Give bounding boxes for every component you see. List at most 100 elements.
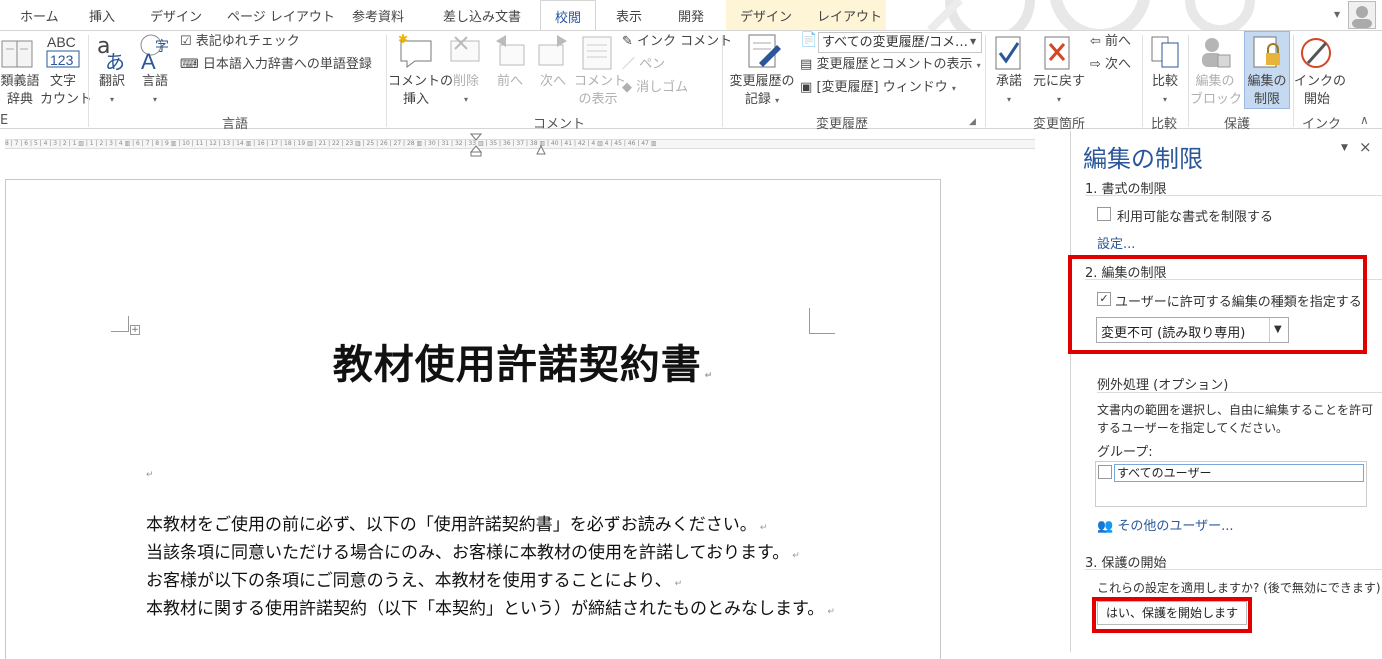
tab-insert[interactable]: 挿入 <box>89 6 115 25</box>
pen-button[interactable]: ／ ペン <box>622 55 665 75</box>
next-change-button[interactable]: ⇨ 次へ <box>1090 55 1131 75</box>
translate-icon[interactable]: aあ <box>95 33 131 74</box>
next-comment-button[interactable]: 次へ <box>536 73 570 91</box>
document-line[interactable]: 当該条項に同意いただける場合にのみ、お客様に本教材の使用を許諾しております。 ↵ <box>146 538 800 563</box>
next-comment-icon[interactable] <box>535 33 571 69</box>
consistency-check-button[interactable]: ☑ 表記ゆれチェック <box>180 32 300 52</box>
svg-text:あ: あ <box>105 50 125 71</box>
everyone-checkbox[interactable] <box>1098 465 1112 479</box>
group-label-changes: 変更箇所 <box>1033 117 1086 132</box>
restrict-editing-icon <box>1252 35 1284 71</box>
language-icon[interactable]: A字 <box>137 33 173 74</box>
user-avatar[interactable] <box>1348 1 1376 29</box>
tab-references[interactable]: 参考資料 <box>352 6 404 25</box>
compare-button[interactable]: 比較 ▾ <box>1148 73 1182 109</box>
close-icon[interactable]: × <box>1359 138 1372 156</box>
pane-title: 編集の制限 <box>1083 145 1203 173</box>
groups-label: グループ: <box>1097 445 1153 460</box>
tab-home[interactable]: ホーム <box>20 6 59 25</box>
translate-button[interactable]: 翻訳 ▾ <box>95 73 129 109</box>
svg-text:ABC: ABC <box>47 34 76 50</box>
tab-table-layout[interactable]: レイアウト <box>817 6 882 25</box>
next-change-icon: ⇨ <box>1090 57 1101 72</box>
group-separator <box>722 35 723 127</box>
group-separator <box>985 35 986 127</box>
highlight-box-enforce <box>1092 597 1252 633</box>
svg-text:✱: ✱ <box>398 33 408 46</box>
accept-button[interactable]: 承諾 ▾ <box>992 73 1026 109</box>
groups-list[interactable]: すべてのユーザー <box>1095 461 1367 507</box>
restrict-editing-button[interactable]: 編集の 制限 <box>1244 31 1290 109</box>
everyone-item[interactable]: すべてのユーザー <box>1114 464 1364 482</box>
account-caret-icon[interactable]: ▼ <box>1334 10 1340 19</box>
language-button[interactable]: 言語 ▾ <box>138 73 172 109</box>
word-count-label[interactable]: 文字 カウント <box>40 73 92 109</box>
ink-comment-button[interactable]: ✎ インク コメント <box>622 32 732 52</box>
tab-stop-icon[interactable] <box>536 144 546 155</box>
group-label-tracking: 変更履歴 <box>816 117 869 132</box>
limit-formatting-checkbox[interactable] <box>1097 207 1111 221</box>
document-line[interactable]: 本教材をご使用の前に必ず、以下の「使用許諾契約書」を必ずお読みください。 ↵ <box>146 510 767 535</box>
tab-page-layout[interactable]: ページ レイアウト <box>227 6 335 25</box>
more-users-link[interactable]: 👥 その他のユーザー... <box>1097 515 1233 534</box>
tab-review[interactable]: 校閲 <box>540 0 597 31</box>
group-label-comments: コメント <box>533 117 586 132</box>
tab-design[interactable]: デザイン <box>150 6 202 25</box>
previous-comment-button[interactable]: 前へ <box>494 73 526 91</box>
document-area[interactable]: + 教材使用許諾契約書 ↵ ↵ 本教材をご使用の前に必ず、以下の「使用許諾契約書」… <box>0 157 1070 659</box>
document-line[interactable]: 本教材に関する使用許諾契約（以下「本契約」という）が締結されたものとみなします。… <box>146 594 835 619</box>
block-authors-icon[interactable] <box>1198 35 1232 71</box>
ime-dictionary-button[interactable]: ⌨ 日本語入力辞書への単語登録 <box>180 55 372 75</box>
previous-comment-icon[interactable] <box>492 33 528 69</box>
horizontal-ruler[interactable]: 8 | 7 | 6 | 5 | 4 | 3 | 2 | 1 ▥ | 1 | 2 … <box>0 131 1070 157</box>
group-separator <box>1142 35 1143 127</box>
delete-comment-icon[interactable] <box>447 33 483 69</box>
thesaurus-icon[interactable] <box>0 37 38 73</box>
tab-developer[interactable]: 開発 <box>678 6 704 25</box>
previous-change-button[interactable]: ⇦ 前へ <box>1090 32 1131 52</box>
new-comment-button[interactable]: コメントの 挿入 <box>388 73 453 109</box>
highlight-box-editing <box>1068 255 1367 354</box>
tab-mailings[interactable]: 差し込み文書 <box>443 6 521 25</box>
compare-icon[interactable] <box>1150 35 1182 71</box>
delete-comment-button[interactable]: 削除 ▾ <box>448 73 484 109</box>
tab-view[interactable]: 表示 <box>616 6 642 25</box>
svg-text:A: A <box>141 49 156 71</box>
show-markup-icon: ▤ <box>800 57 813 72</box>
show-comments-button[interactable]: コメント の表示 <box>574 73 626 109</box>
indent-marker-icon[interactable] <box>469 133 483 157</box>
collapse-ribbon-icon[interactable]: ∧ <box>1360 113 1369 127</box>
svg-text:字: 字 <box>155 39 169 55</box>
group-separator <box>1188 35 1189 127</box>
show-comments-icon[interactable] <box>579 35 615 71</box>
ink-comment-icon: ✎ <box>622 34 633 49</box>
restrict-editing-pane: 編集の制限 ▼ × 1. 書式の制限 利用可能な書式を制限する 設定... 2.… <box>1068 131 1382 652</box>
markup-display-select[interactable]: 📄 すべての変更履歴/コメ… ▼ <box>800 32 982 54</box>
group-label-proofing: E <box>0 113 9 128</box>
formatting-settings-link[interactable]: 設定... <box>1097 233 1135 252</box>
ribbon: 類義語 辞典 ABC 123 文字 カウント E aあ 翻訳 ▾ A字 言語 ▾ ☑ 表記… <box>0 31 1382 132</box>
reviewing-pane-icon: ▣ <box>800 80 813 95</box>
start-inking-button[interactable]: インクの 開始 <box>1294 73 1346 109</box>
users-icon: 👥 <box>1097 519 1114 534</box>
new-comment-icon[interactable]: ✱ <box>397 32 437 69</box>
svg-text:123: 123 <box>50 52 74 68</box>
start-inking-icon[interactable] <box>1300 35 1334 71</box>
document-line[interactable]: お客様が以下の条項にご同意のうえ、本教材を使用することにより、 ↵ <box>146 566 682 591</box>
reject-button[interactable]: 元に戻す ▾ <box>1032 73 1086 109</box>
reject-icon[interactable] <box>1043 35 1075 71</box>
tab-table-design[interactable]: デザイン <box>740 6 792 25</box>
eraser-button[interactable]: ◆ 消しゴム <box>622 78 688 98</box>
exceptions-heading: 例外処理 (オプション) <box>1097 378 1229 393</box>
block-authors-button[interactable]: 編集のブロック ▾ <box>1190 73 1250 110</box>
track-changes-button[interactable]: 変更履歴の 記録 ▾ <box>726 73 798 110</box>
show-markup-button[interactable]: ▤ 変更履歴とコメントの表示 ▾ <box>800 55 981 75</box>
pane-options-icon[interactable]: ▼ <box>1341 143 1348 153</box>
document-title[interactable]: 教材使用許諾契約書 ↵ <box>0 332 1046 390</box>
reviewing-pane-button[interactable]: ▣ [変更履歴] ウィンドウ ▾ <box>800 78 956 98</box>
thesaurus-label[interactable]: 類義語 辞典 <box>0 73 40 109</box>
accept-icon[interactable] <box>994 35 1026 71</box>
word-count-icon[interactable]: ABC 123 <box>45 33 81 71</box>
track-changes-icon[interactable] <box>745 33 783 71</box>
dialog-launcher-icon[interactable]: ◢ <box>969 117 976 127</box>
